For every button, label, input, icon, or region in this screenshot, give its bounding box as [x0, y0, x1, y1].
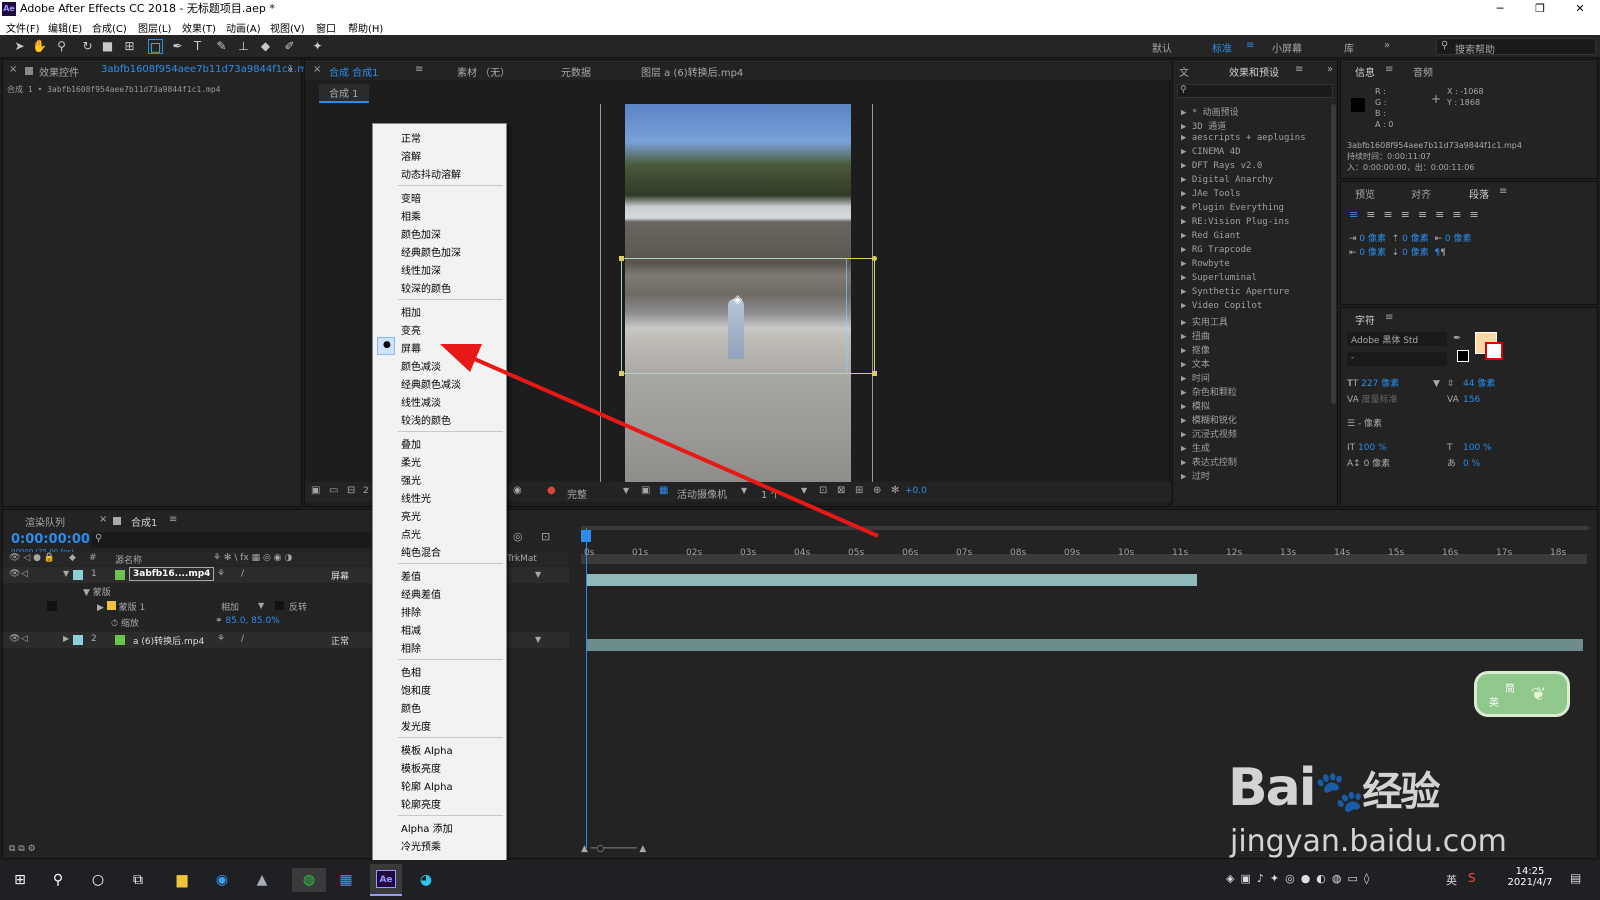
- app-icon[interactable]: ▦: [334, 868, 358, 892]
- app-icon[interactable]: ▲: [250, 868, 274, 892]
- notification-icon[interactable]: ▤: [1570, 871, 1581, 885]
- ime-indicator[interactable]: 英: [1446, 872, 1457, 888]
- sogou-icon[interactable]: S: [1468, 871, 1476, 885]
- ime-lang: 英: [1489, 698, 1499, 709]
- watermark-url: jingyan.baidu.com: [1230, 824, 1507, 859]
- leaf-icon: ❦: [1531, 684, 1547, 705]
- wechat-icon[interactable]: ◍: [292, 868, 326, 892]
- paw-icon: 🐾: [1314, 769, 1365, 815]
- search-icon[interactable]: ⚲: [46, 868, 70, 892]
- app-icon[interactable]: ◕: [414, 868, 438, 892]
- arrow-shaft: [469, 355, 879, 538]
- windows-start-icon[interactable]: ⊞: [8, 868, 32, 892]
- after-effects-taskbar-button[interactable]: Ae: [370, 864, 402, 896]
- ime-mode: 简: [1505, 684, 1515, 695]
- system-tray-icons[interactable]: ◈▣♪✦◎●◐◍▭◊: [1226, 872, 1375, 885]
- taskbar: ⊞ ⚲ ○ ⧉ ▆ ◉ ▲ ◍ ▦ Ae ◕ ◈▣♪✦◎●◐◍▭◊ 英 S 14…: [0, 860, 1600, 900]
- arrow-head: [440, 344, 482, 372]
- ime-floating-widget[interactable]: 简 英 ❦: [1474, 671, 1570, 717]
- browser-icon[interactable]: ◉: [210, 868, 234, 892]
- clock[interactable]: 14:25 2021/4/7: [1500, 866, 1560, 888]
- watermark-brand: Bai🐾经验: [1228, 758, 1440, 818]
- task-view-icon[interactable]: ⧉: [126, 868, 150, 892]
- cortana-icon[interactable]: ○: [86, 868, 110, 892]
- file-explorer-icon[interactable]: ▆: [170, 868, 194, 892]
